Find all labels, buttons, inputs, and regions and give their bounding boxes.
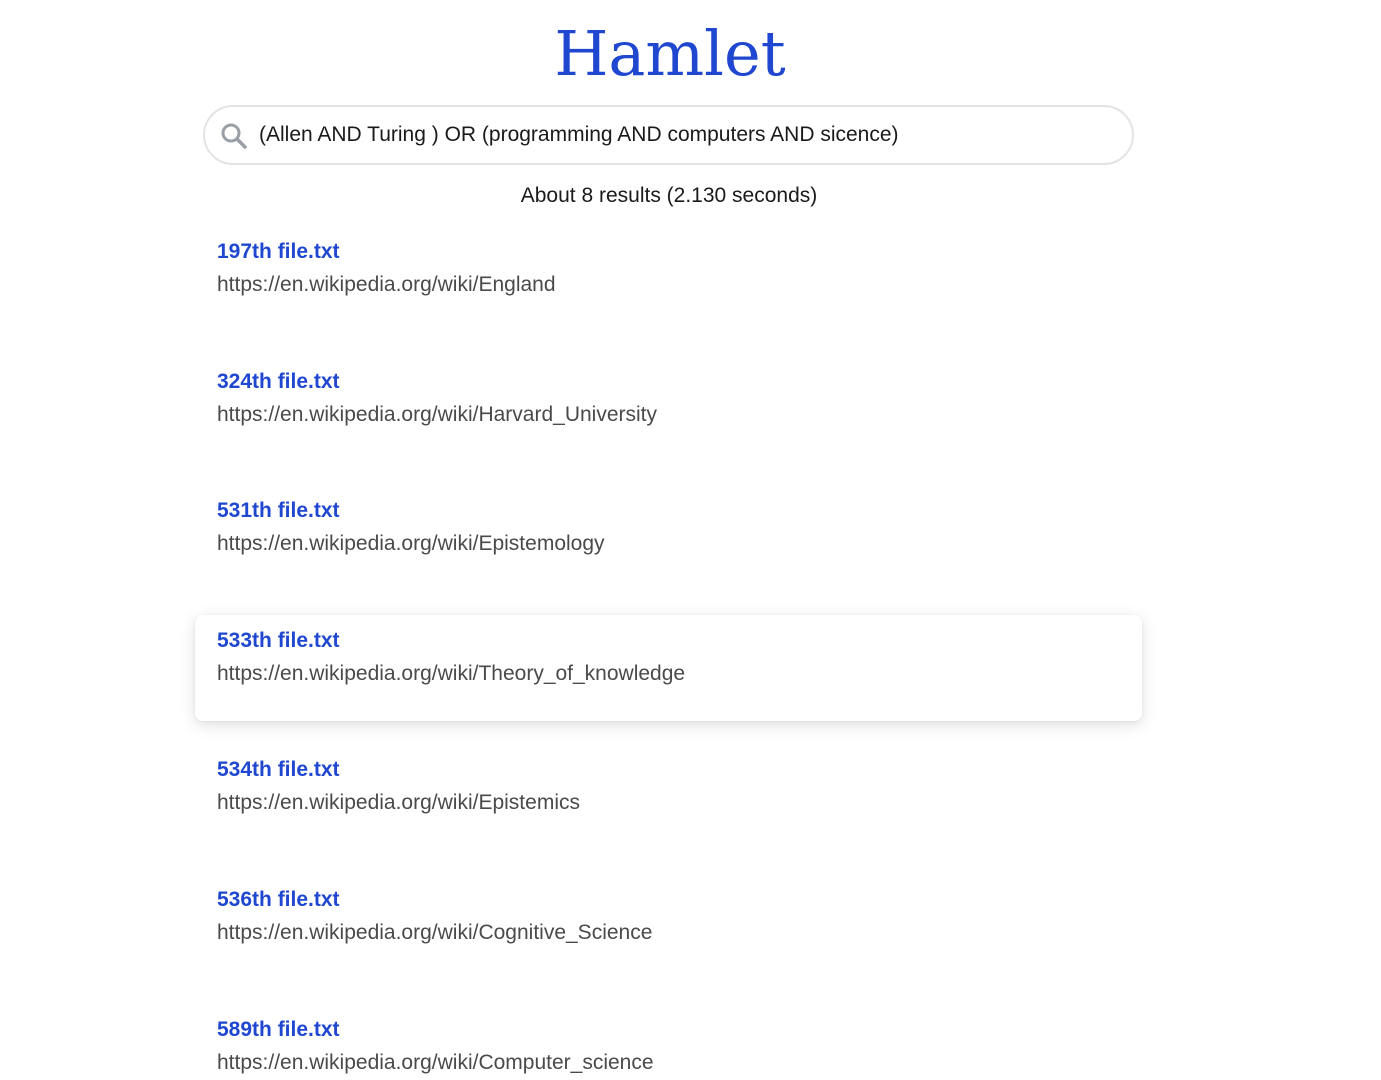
result-title-link[interactable]: 533th file.txt [217, 627, 1120, 655]
result-url: https://en.wikipedia.org/wiki/Harvard_Un… [217, 402, 658, 426]
result-item[interactable]: 324th file.txt https://en.wikipedia.org/… [195, 356, 1142, 462]
result-item[interactable]: 534th file.txt https://en.wikipedia.org/… [195, 744, 1142, 850]
results-list: 197th file.txt https://en.wikipedia.org/… [195, 226, 1142, 1080]
result-item[interactable]: 197th file.txt https://en.wikipedia.org/… [195, 226, 1142, 332]
result-title-link[interactable]: 536th file.txt [217, 886, 1120, 914]
result-title-link[interactable]: 589th file.txt [217, 1016, 1120, 1044]
result-url: https://en.wikipedia.org/wiki/Epistemics [217, 791, 580, 815]
search-input[interactable] [259, 117, 1119, 153]
result-url: https://en.wikipedia.org/wiki/Computer_s… [217, 1050, 654, 1074]
result-title-link[interactable]: 534th file.txt [217, 756, 1120, 784]
result-url: https://en.wikipedia.org/wiki/England [217, 273, 556, 296]
search-icon[interactable] [220, 122, 248, 150]
result-item[interactable]: 531th file.txt https://en.wikipedia.org/… [195, 485, 1142, 591]
result-title-link[interactable]: 197th file.txt [217, 238, 1120, 266]
result-url: https://en.wikipedia.org/wiki/Cognitive_… [217, 920, 653, 944]
app-logo: Hamlet [554, 17, 786, 90]
result-item[interactable]: 589th file.txt https://en.wikipedia.org/… [195, 1004, 1142, 1080]
results-stats: About 8 results (2.130 seconds) [520, 184, 818, 207]
result-title-link[interactable]: 324th file.txt [217, 368, 1120, 396]
result-url: https://en.wikipedia.org/wiki/Epistemolo… [217, 532, 605, 556]
result-item[interactable]: 536th file.txt https://en.wikipedia.org/… [195, 874, 1142, 980]
result-item-hovered[interactable]: 533th file.txt https://en.wikipedia.org/… [195, 615, 1142, 721]
result-title-link[interactable]: 531th file.txt [217, 497, 1120, 525]
search-box[interactable] [203, 105, 1134, 165]
result-url: https://en.wikipedia.org/wiki/Theory_of_… [217, 661, 686, 685]
